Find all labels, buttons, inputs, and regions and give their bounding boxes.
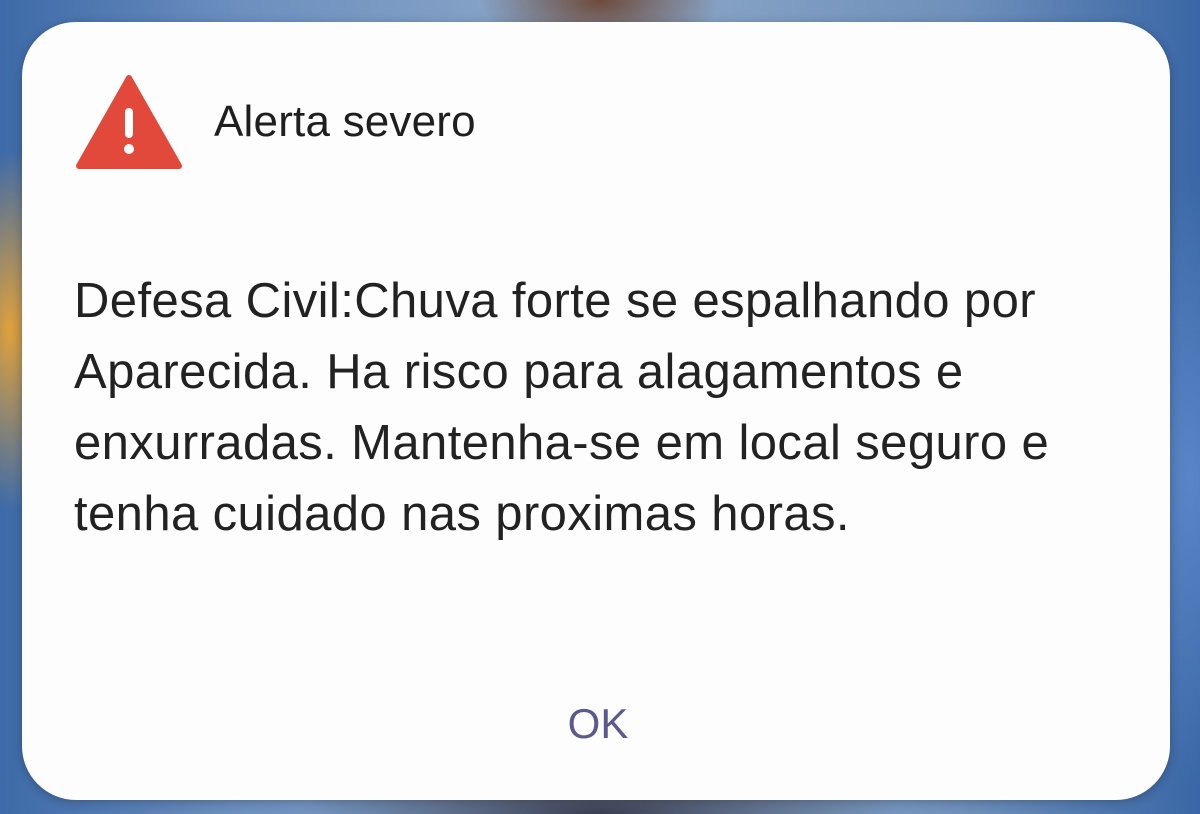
alert-dialog: Alerta severo Defesa Civil:Chuva forte s… bbox=[22, 22, 1170, 800]
ok-button[interactable]: OK bbox=[528, 686, 668, 762]
alert-message: Defesa Civil:Chuva forte se espalhando p… bbox=[74, 274, 1050, 541]
alert-header: Alerta severo bbox=[76, 72, 476, 172]
warning-triangle-icon bbox=[76, 75, 182, 169]
alert-title: Alerta severo bbox=[214, 97, 476, 146]
